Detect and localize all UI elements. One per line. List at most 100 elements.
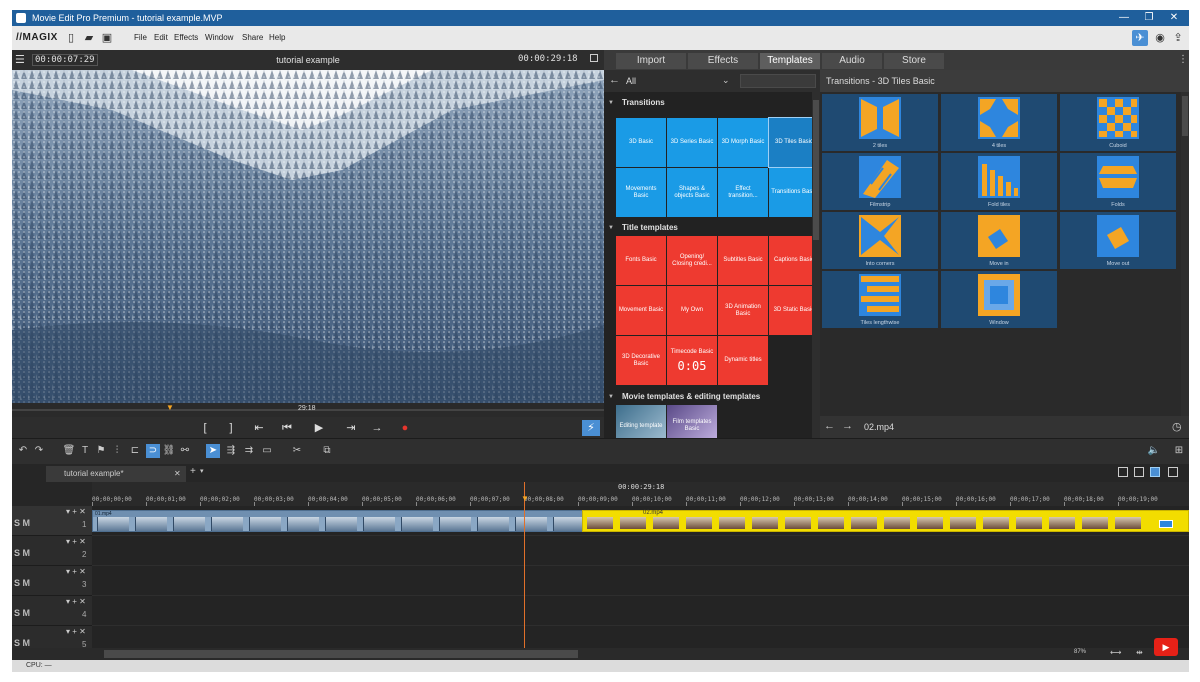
- search-input[interactable]: [740, 74, 816, 88]
- tab-import[interactable]: Import: [616, 53, 686, 69]
- play-button[interactable]: ▶: [310, 420, 328, 436]
- tab-effects[interactable]: Effects: [688, 53, 758, 69]
- clock-icon[interactable]: ◷: [1172, 420, 1182, 433]
- transition-folds[interactable]: Folds: [1060, 153, 1176, 210]
- track-solo-mute[interactable]: S M: [14, 518, 30, 528]
- view-mode-3-icon[interactable]: [1150, 467, 1160, 477]
- tab-dropdown-icon[interactable]: ▾: [200, 467, 204, 475]
- transitions-scrollbar[interactable]: [1181, 92, 1189, 416]
- playhead-marker-icon[interactable]: ▼: [166, 403, 174, 412]
- chevron-down-icon[interactable]: ⌄: [722, 75, 730, 86]
- scissors-icon[interactable]: ⊏: [128, 444, 142, 458]
- scrub-bar[interactable]: ▼ 29:18: [12, 403, 604, 417]
- track-controls-icon[interactable]: ▾ + ✕: [66, 567, 86, 576]
- transition-filmstrip[interactable]: Filmstrip: [822, 153, 938, 210]
- ripple-tool-icon[interactable]: ⇶: [224, 444, 238, 458]
- mark-out-button[interactable]: ]: [222, 420, 240, 436]
- view-mode-1-icon[interactable]: [1118, 467, 1128, 477]
- project-tab[interactable]: tutorial example* ✕: [46, 466, 186, 482]
- record-button[interactable]: ●: [396, 420, 414, 436]
- close-tab-icon[interactable]: ✕: [174, 466, 181, 482]
- transition-cuboid[interactable]: Cuboid: [1060, 94, 1176, 151]
- transition-2-tiles[interactable]: 2 tiles: [822, 94, 938, 151]
- title-tool-icon[interactable]: T: [78, 444, 92, 458]
- video-clip-1[interactable]: 01.mp4: [92, 510, 623, 532]
- transition-4-tiles[interactable]: 4 tiles: [941, 94, 1057, 151]
- trim-tool-icon[interactable]: ▭: [260, 444, 274, 458]
- menu-window[interactable]: Window: [205, 33, 233, 42]
- transition-window[interactable]: Window: [941, 271, 1057, 328]
- tile-opening-closing-credits[interactable]: Opening/ Closing credi...: [667, 236, 717, 285]
- more-options-icon[interactable]: ⋮: [1178, 54, 1188, 65]
- new-file-icon[interactable]: ▯: [64, 31, 78, 45]
- track-header-3[interactable]: S M ▾ + ✕ 3: [12, 566, 92, 596]
- maximize-preview-icon[interactable]: [590, 54, 598, 62]
- tab-store[interactable]: Store: [884, 53, 944, 69]
- track-controls-icon[interactable]: ▾ + ✕: [66, 627, 86, 636]
- menu-help[interactable]: Help: [269, 33, 285, 42]
- menu-effects[interactable]: Effects: [174, 33, 198, 42]
- transition-into-corners[interactable]: Into corners: [822, 212, 938, 269]
- section-transitions[interactable]: Transitions: [604, 96, 810, 110]
- pointer-tool-icon[interactable]: ➤: [206, 444, 220, 458]
- minimize-button[interactable]: —: [1115, 11, 1133, 25]
- view-mode-4-icon[interactable]: [1168, 467, 1178, 477]
- tile-timecode-basic[interactable]: Timecode Basic 0:05: [667, 336, 717, 385]
- track-controls-icon[interactable]: ▾ + ✕: [66, 597, 86, 606]
- tile-subtitles-basic[interactable]: Subtitles Basic: [718, 236, 768, 285]
- playhead-marker-icon[interactable]: ▼: [521, 494, 529, 503]
- scroll-thumb[interactable]: [104, 650, 578, 658]
- forward-arrow-icon[interactable]: →: [842, 420, 853, 432]
- link-icon[interactable]: ⛓: [162, 444, 176, 458]
- track-solo-mute[interactable]: S M: [14, 638, 30, 648]
- view-mode-2-icon[interactable]: [1134, 467, 1144, 477]
- zoom-fit-icon[interactable]: ⟷: [1110, 648, 1121, 657]
- previous-frame-button[interactable]: ⏮: [278, 420, 296, 436]
- transition-move-out[interactable]: Move out: [1060, 212, 1176, 269]
- zoom-level[interactable]: 87%: [1074, 649, 1086, 655]
- clip-end-handle[interactable]: [1159, 520, 1173, 528]
- track-solo-mute[interactable]: S M: [14, 578, 30, 588]
- go-to-out-button[interactable]: →: [368, 420, 386, 436]
- mixer-icon[interactable]: ⊞: [1172, 444, 1186, 458]
- disc-icon[interactable]: ◉: [1152, 30, 1168, 46]
- timeline-playhead[interactable]: [524, 482, 525, 656]
- zoom-range-icon[interactable]: ⇹: [1136, 648, 1143, 657]
- youtube-icon[interactable]: ▶: [1154, 638, 1178, 656]
- menu-share[interactable]: Share: [242, 33, 263, 42]
- redo-icon[interactable]: ↷: [32, 444, 46, 458]
- tab-audio[interactable]: Audio: [822, 53, 882, 69]
- tile-3d-decorative-basic[interactable]: 3D Decorative Basic: [616, 336, 666, 385]
- go-to-in-button[interactable]: ⇤: [250, 420, 268, 436]
- delete-icon[interactable]: 🗑: [62, 444, 76, 458]
- menu-edit[interactable]: Edit: [154, 33, 168, 42]
- marker-icon[interactable]: ⚑: [94, 444, 108, 458]
- timeline-horizontal-scrollbar[interactable]: 87% ⟷ ⇹ ▶: [12, 638, 1189, 660]
- tile-movements-basic[interactable]: Movements Basic: [616, 168, 666, 217]
- track-lane-2[interactable]: [92, 536, 1189, 566]
- add-tab-icon[interactable]: +: [190, 466, 196, 477]
- tile-3d-morph-basic[interactable]: 3D Morph Basic: [718, 118, 768, 167]
- tile-effect-transition[interactable]: Effect transition...: [718, 168, 768, 217]
- track-lane-4[interactable]: [92, 596, 1189, 626]
- mark-in-button[interactable]: [: [196, 420, 214, 436]
- tile-movement-basic[interactable]: Movement Basic: [616, 286, 666, 335]
- category-dropdown-value[interactable]: All: [626, 76, 636, 86]
- unlink-icon[interactable]: ⚯: [178, 444, 192, 458]
- tile-editing-template[interactable]: Editing template: [616, 405, 666, 438]
- magnet-icon[interactable]: ⊃: [146, 444, 160, 458]
- next-marker-button[interactable]: ⇥: [342, 420, 360, 436]
- track-header-1[interactable]: S M ▾ + ✕ 1: [12, 506, 92, 536]
- upload-icon[interactable]: ⇪: [1170, 30, 1186, 46]
- close-button[interactable]: ✕: [1165, 11, 1183, 25]
- restore-button[interactable]: ❐: [1140, 11, 1158, 25]
- transition-move-in[interactable]: Move in: [941, 212, 1057, 269]
- menu-file[interactable]: File: [134, 33, 147, 42]
- tile-shapes-objects-basic[interactable]: Shapes & objects Basic: [667, 168, 717, 217]
- back-arrow-icon[interactable]: ←: [824, 420, 835, 432]
- open-folder-icon[interactable]: ▰: [82, 31, 96, 45]
- track-solo-mute[interactable]: S M: [14, 548, 30, 558]
- tile-3d-series-basic[interactable]: 3D Series Basic: [667, 118, 717, 167]
- tile-dynamic-titles[interactable]: Dynamic titles: [718, 336, 768, 385]
- pin-icon[interactable]: ✈: [1132, 30, 1148, 46]
